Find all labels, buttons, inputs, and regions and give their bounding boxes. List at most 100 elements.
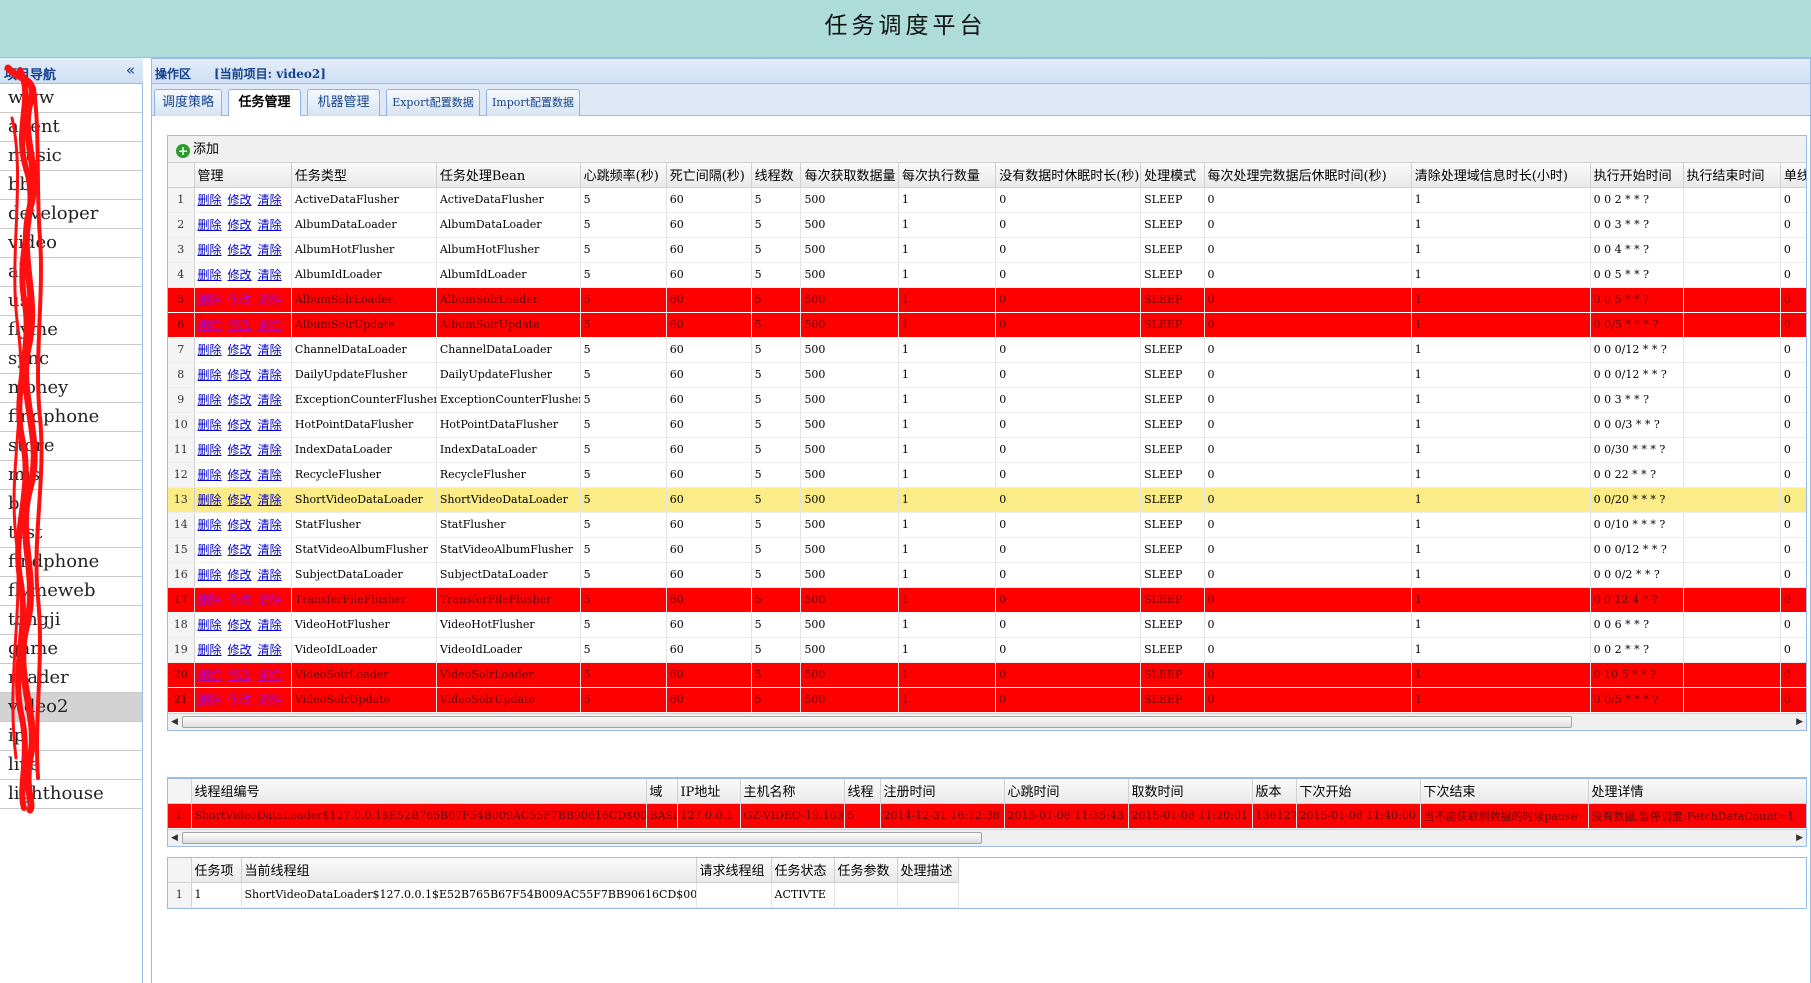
sidebar-item[interactable]: mis [0, 461, 142, 490]
column-header[interactable]: 线程 [844, 779, 881, 804]
column-header[interactable]: IP地址 [677, 779, 741, 804]
column-header[interactable]: 心跳频率(秒) [580, 163, 667, 188]
sidebar-item[interactable]: findphone [0, 548, 142, 577]
column-header[interactable]: 处理描述 [897, 858, 959, 883]
delete-link[interactable]: 删除 [198, 693, 222, 707]
edit-link[interactable]: 修改 [228, 318, 252, 332]
column-header[interactable]: 域 [646, 779, 678, 804]
scroll-left-icon[interactable]: ◀ [171, 717, 178, 727]
edit-link[interactable]: 修改 [228, 693, 252, 707]
table-row[interactable]: 1 ShortVideoDataLoader$127.0.0.1$E52B765B… [168, 803, 1806, 829]
clear-link[interactable]: 清除 [258, 343, 282, 357]
clear-link[interactable]: 清除 [258, 393, 282, 407]
table-row[interactable]: 9 删除 修改 清除 ExceptionCounterFlusher ExceptionC… [168, 387, 1806, 413]
column-header[interactable]: 执行开始时间 [1590, 163, 1684, 188]
delete-link[interactable]: 删除 [198, 643, 222, 657]
sidebar-item[interactable]: www [0, 84, 142, 113]
clear-link[interactable]: 清除 [258, 618, 282, 632]
sidebar-item[interactable]: b [0, 490, 142, 519]
delete-link[interactable]: 删除 [198, 193, 222, 207]
table-row[interactable]: 4 删除 修改 清除 AlbumIdLoader AlbumIdLoader 5 60 5 500… [168, 262, 1806, 288]
column-header[interactable]: 执行结束时间 [1683, 163, 1781, 188]
sidebar-item[interactable]: video [0, 229, 142, 258]
sidebar-item[interactable]: live [0, 751, 142, 780]
sidebar-item[interactable]: findphone [0, 403, 142, 432]
sidebar-item[interactable]: developer [0, 200, 142, 229]
column-header[interactable]: 当前线程组 [241, 858, 697, 883]
table-row[interactable]: 2 删除 修改 清除 AlbumDataLoader AlbumDataLoader 5 60… [168, 212, 1806, 238]
clear-link[interactable]: 清除 [258, 593, 282, 607]
column-header[interactable]: 线程组编号 [191, 779, 647, 804]
clear-link[interactable]: 清除 [258, 418, 282, 432]
column-header[interactable]: 任务类型 [291, 163, 437, 188]
column-header[interactable]: 请求线程组 [696, 858, 772, 883]
sidebar-item[interactable]: lighthouse [0, 780, 142, 809]
sidebar-item[interactable]: money [0, 374, 142, 403]
table-row[interactable]: 17 删除 修改 清除 TransferFileFlusher TransferFileF… [168, 587, 1806, 613]
column-header[interactable]: 任务项 [191, 858, 242, 883]
edit-link[interactable]: 修改 [228, 668, 252, 682]
table-row[interactable]: 21 删除 修改 清除 VideoSolrUpdate VideoSolrUpdate 5 6… [168, 687, 1806, 713]
edit-link[interactable]: 修改 [228, 593, 252, 607]
clear-link[interactable]: 清除 [258, 543, 282, 557]
edit-link[interactable]: 修改 [228, 643, 252, 657]
edit-link[interactable]: 修改 [228, 193, 252, 207]
delete-link[interactable]: 删除 [198, 243, 222, 257]
sidebar-item[interactable]: video2 [0, 693, 142, 722]
edit-link[interactable]: 修改 [228, 343, 252, 357]
edit-link[interactable]: 修改 [228, 493, 252, 507]
edit-link[interactable]: 修改 [228, 418, 252, 432]
edit-link[interactable]: 修改 [228, 468, 252, 482]
sidebar-item[interactable]: flymeweb [0, 577, 142, 606]
table-row[interactable]: 5 删除 修改 清除 AlbumSolrLoader AlbumSolrLoader 5 60… [168, 287, 1806, 313]
sidebar-item[interactable]: tongji [0, 606, 142, 635]
sidebar-item[interactable]: flyme [0, 316, 142, 345]
column-header[interactable]: 下次开始 [1296, 779, 1421, 804]
column-header[interactable]: 死亡间隔(秒) [666, 163, 752, 188]
edit-link[interactable]: 修改 [228, 443, 252, 457]
table-row[interactable]: 11 删除 修改 清除 IndexDataLoader IndexDataLoader 5 6… [168, 437, 1806, 463]
tab-task-management[interactable]: 任务管理 [228, 89, 301, 117]
clear-link[interactable]: 清除 [258, 218, 282, 232]
column-header[interactable]: 任务参数 [834, 858, 898, 883]
table-row[interactable]: 13 删除 修改 清除 ShortVideoDataLoader ShortVideoDa… [168, 487, 1806, 513]
clear-link[interactable]: 清除 [258, 518, 282, 532]
table-row[interactable]: 19 删除 修改 清除 VideoIdLoader VideoIdLoader 5 60 5 50… [168, 637, 1806, 663]
edit-link[interactable]: 修改 [228, 543, 252, 557]
delete-link[interactable]: 删除 [198, 493, 222, 507]
table-row[interactable]: 20 删除 修改 清除 VideoSolrLoader VideoSolrLoader 5 6… [168, 662, 1806, 688]
delete-link[interactable]: 删除 [198, 268, 222, 282]
table-row[interactable]: 7 删除 修改 清除 ChannelDataLoader ChannelDataLoade… [168, 337, 1806, 363]
sidebar-item[interactable]: sync [0, 345, 142, 374]
column-header[interactable]: 每次获取数据量 [800, 163, 899, 188]
delete-link[interactable]: 删除 [198, 593, 222, 607]
collapse-left-icon[interactable]: « [126, 61, 135, 79]
edit-link[interactable]: 修改 [228, 218, 252, 232]
delete-link[interactable]: 删除 [198, 393, 222, 407]
clear-link[interactable]: 清除 [258, 318, 282, 332]
clear-link[interactable]: 清除 [258, 568, 282, 582]
delete-link[interactable]: 删除 [198, 293, 222, 307]
edit-link[interactable]: 修改 [228, 518, 252, 532]
table-row[interactable]: 8 删除 修改 清除 DailyUpdateFlusher DailyUpdateFlus… [168, 362, 1806, 388]
sidebar-item[interactable]: music [0, 142, 142, 171]
column-header[interactable]: 下次结束 [1420, 779, 1589, 804]
thread-grid-hscrollbar[interactable]: ◀ ▶ [168, 828, 1806, 846]
column-header[interactable]: 取数时间 [1128, 779, 1253, 804]
edit-link[interactable]: 修改 [228, 393, 252, 407]
column-header[interactable]: 版本 [1252, 779, 1297, 804]
clear-link[interactable]: 清除 [258, 243, 282, 257]
sidebar-item[interactable]: bbs [0, 171, 142, 200]
column-header[interactable]: 心跳时间 [1004, 779, 1129, 804]
tab-machine-management[interactable]: 机器管理 [307, 89, 380, 116]
column-header[interactable]: 注册时间 [880, 779, 1005, 804]
column-header[interactable]: 主机名称 [740, 779, 845, 804]
delete-link[interactable]: 删除 [198, 543, 222, 557]
sidebar-item[interactable]: game [0, 635, 142, 664]
scroll-left-icon[interactable]: ◀ [171, 833, 178, 843]
delete-link[interactable]: 删除 [198, 343, 222, 357]
column-header[interactable]: 任务状态 [771, 858, 835, 883]
table-row[interactable]: 15 删除 修改 清除 StatVideoAlbumFlusher StatVideoAl… [168, 537, 1806, 563]
clear-link[interactable]: 清除 [258, 693, 282, 707]
table-row[interactable]: 18 删除 修改 清除 VideoHotFlusher VideoHotFlusher 5 6… [168, 612, 1806, 638]
